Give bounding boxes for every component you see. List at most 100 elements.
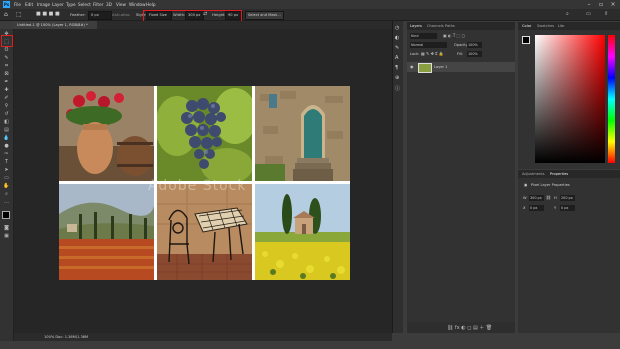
- blend-mode-select[interactable]: Normal: [410, 42, 447, 48]
- lock-label: Lock:: [410, 52, 420, 56]
- opacity-input[interactable]: 100%: [467, 42, 482, 48]
- clone-stamp-tool-icon[interactable]: ⚲: [3, 103, 10, 109]
- tab-color[interactable]: Color: [522, 22, 531, 30]
- tab-adjustments[interactable]: Adjustments: [522, 170, 545, 178]
- visibility-eye-icon[interactable]: ◉: [410, 64, 414, 69]
- hand-tool-icon[interactable]: ✋: [3, 183, 10, 189]
- maximize-icon[interactable]: ▫: [597, 1, 605, 8]
- frame-tool-icon[interactable]: ⊠: [3, 71, 10, 77]
- healing-brush-tool-icon[interactable]: ✚: [3, 87, 10, 93]
- brush-tool-icon[interactable]: ✐: [3, 95, 10, 101]
- watermark-text: Adobe Stock: [148, 178, 247, 194]
- layer-thumbnail: [418, 63, 432, 73]
- more-tools-icon[interactable]: …: [3, 199, 10, 205]
- highlight-marquee-tool: [1, 35, 13, 47]
- menu-edit[interactable]: Edit: [25, 1, 33, 8]
- layer-filter-kind[interactable]: Kind: [410, 33, 437, 39]
- y-field[interactable]: 0 px: [560, 205, 575, 211]
- photo-vineyard: [59, 184, 154, 280]
- foreground-color-swatch[interactable]: [2, 211, 10, 219]
- height-field[interactable]: 200 px: [560, 195, 575, 201]
- menu-filter[interactable]: Filter: [93, 1, 103, 8]
- selection-mode-icons[interactable]: ■ ■ ■ ■: [36, 11, 60, 18]
- properties-title: Pixel Layer Properties: [531, 183, 570, 187]
- home-icon[interactable]: ⌂: [4, 11, 8, 18]
- workspace-icon[interactable]: ▭: [586, 11, 591, 18]
- filter-type-icons[interactable]: ▣ ◐ T ⬚ ◻: [443, 33, 465, 38]
- menu-select[interactable]: Select: [78, 1, 91, 8]
- photo-stone-door: [255, 86, 350, 181]
- glyphs-icon[interactable]: ⊕: [395, 75, 399, 81]
- brush-settings-icon[interactable]: ✎: [395, 45, 399, 51]
- eraser-tool-icon[interactable]: ◧: [3, 119, 10, 125]
- blur-tool-icon[interactable]: 💧: [3, 135, 10, 141]
- properties-panel: Adjustments Properties ▣ Pixel Layer Pro…: [518, 170, 620, 333]
- hue-slider[interactable]: [608, 35, 615, 163]
- dodge-tool-icon[interactable]: ●: [3, 143, 10, 149]
- fill-input[interactable]: 100%: [467, 51, 482, 57]
- quick-mask-icon[interactable]: ◙: [3, 225, 10, 231]
- tab-channels[interactable]: Channels: [427, 22, 444, 30]
- photo-bistro-table: [157, 184, 252, 280]
- tools-panel: ✥ ⬚ ʘ ✎ ⌗ ⊠ ✒ ✚ ✐ ⚲ ↺ ◧ ▤ 💧 ● ✑ T ➤ ▭ ✋ …: [0, 29, 14, 341]
- menu-view[interactable]: View: [116, 1, 126, 8]
- width-field[interactable]: 300 px: [529, 195, 544, 201]
- menu-window[interactable]: Window: [129, 1, 146, 8]
- x-field[interactable]: 0 px: [529, 205, 544, 211]
- menu-3d[interactable]: 3D: [106, 1, 112, 8]
- minimize-icon[interactable]: –: [585, 1, 593, 8]
- quick-selection-tool-icon[interactable]: ✎: [3, 55, 10, 61]
- type-tool-icon[interactable]: T: [3, 159, 10, 165]
- tab-layers[interactable]: Layers: [410, 22, 422, 30]
- info-icon[interactable]: ⓘ: [395, 85, 400, 92]
- link-icon[interactable]: ⛓: [546, 195, 551, 200]
- layers-panel: Layers Channels Paths Kind ▣ ◐ T ⬚ ◻ Nor…: [407, 22, 515, 333]
- document-tab[interactable]: Untitled-1 @ 100% (Layer 1, RGB/8#) *: [14, 21, 97, 29]
- y-label: Y: [554, 206, 557, 210]
- tab-libraries[interactable]: Libr: [558, 22, 565, 30]
- share-icon[interactable]: ⇪: [604, 11, 608, 18]
- paragraph-icon[interactable]: ¶: [395, 65, 398, 71]
- eyedropper-tool-icon[interactable]: ✒: [3, 79, 10, 85]
- menu-file[interactable]: File: [14, 1, 21, 8]
- menu-image[interactable]: Image: [37, 1, 50, 8]
- photo-grapes: [157, 86, 252, 181]
- marquee-tool-icon[interactable]: ⬚: [16, 11, 22, 18]
- character-icon[interactable]: A: [395, 55, 398, 61]
- crop-tool-icon[interactable]: ⌗: [3, 63, 10, 69]
- collapsed-panels-column: ◷ ◐ ✎ A ¶ ⊕ ⓘ: [392, 21, 403, 333]
- zoom-tool-icon[interactable]: ⌕: [3, 191, 10, 197]
- screen-mode-icon[interactable]: ▣: [3, 233, 10, 239]
- fill-label: Fill:: [457, 52, 464, 56]
- antialias-checkbox[interactable]: Anti-alias: [112, 11, 130, 18]
- menu-layer[interactable]: Layer: [52, 1, 64, 8]
- menu-help[interactable]: Help: [146, 1, 156, 8]
- search-icon[interactable]: ⌕: [566, 11, 569, 18]
- history-brush-tool-icon[interactable]: ↺: [3, 111, 10, 117]
- tab-properties[interactable]: Properties: [550, 170, 568, 178]
- layer-row[interactable]: ◉ Layer 1: [407, 62, 515, 73]
- menu-type[interactable]: Type: [66, 1, 76, 8]
- select-and-mask-button[interactable]: Select and Mask...: [245, 11, 284, 20]
- tab-paths[interactable]: Paths: [445, 22, 455, 30]
- color-field[interactable]: [535, 35, 605, 163]
- close-icon[interactable]: ×: [609, 1, 617, 8]
- w-label: W: [523, 196, 527, 200]
- tab-swatches[interactable]: Swatches: [537, 22, 554, 30]
- gradient-tool-icon[interactable]: ▤: [3, 127, 10, 133]
- layer-name[interactable]: Layer 1: [434, 62, 447, 72]
- menu-bar: Ps File Edit Image Layer Type Select Fil…: [0, 0, 620, 9]
- photoshop-logo-icon[interactable]: Ps: [3, 1, 10, 8]
- pixel-layer-icon: ▣: [524, 183, 528, 187]
- pen-tool-icon[interactable]: ✑: [3, 151, 10, 157]
- history-icon[interactable]: ◷: [395, 25, 399, 31]
- lasso-tool-icon[interactable]: ʘ: [3, 47, 10, 53]
- feather-input[interactable]: 0 px: [88, 11, 112, 20]
- adjustments-icon[interactable]: ◐: [395, 35, 399, 41]
- h-label: H: [554, 196, 557, 200]
- foreground-swatch[interactable]: [522, 36, 530, 44]
- path-selection-tool-icon[interactable]: ➤: [3, 167, 10, 173]
- rectangle-tool-icon[interactable]: ▭: [3, 175, 10, 181]
- layer-actions-icons[interactable]: ⛓ fx ◐ ◻ ▤ ＋ 🗑: [447, 324, 492, 331]
- lock-icons[interactable]: ▦ ✎ ✥ ⌗ 🔒: [421, 51, 444, 57]
